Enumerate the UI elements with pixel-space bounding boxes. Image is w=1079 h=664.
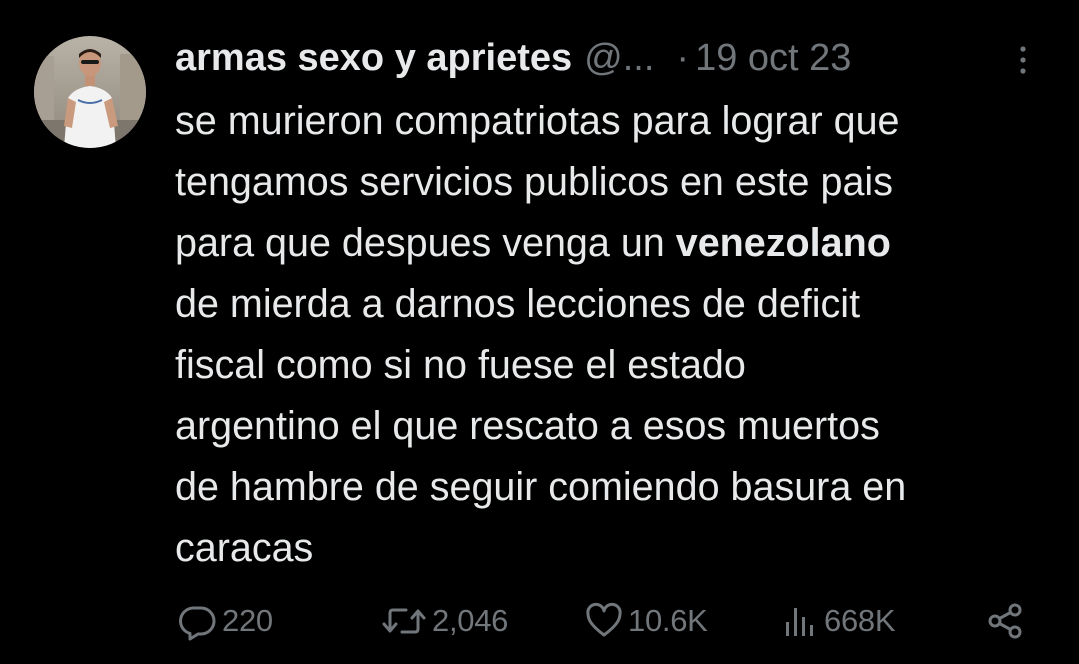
reply-count: 220 — [222, 603, 273, 638]
retweet-icon — [382, 608, 426, 634]
user-avatar-photo-icon — [34, 36, 146, 148]
tweet-body-line: caracas — [175, 526, 314, 570]
tweet-actions-bar: 220 2,046 10.6K 668K — [0, 598, 1079, 644]
tweet-body-line: de mierda a darnos lecciones de deficit — [175, 282, 861, 326]
tweet-header: armas sexo y aprietes @... · 19 oct 23 — [175, 36, 851, 80]
tweet-body-line: se murieron compatriotas para lograr que — [175, 99, 900, 143]
tweet-body-text: para que despues venga un — [175, 221, 676, 265]
separator-dot: · — [676, 37, 690, 79]
tweet: armas sexo y aprietes @... · 19 oct 23 s… — [0, 0, 1079, 664]
tweet-date[interactable]: 19 oct 23 — [695, 36, 851, 80]
tweet-body-line: argentino el que rescato a esos muertos — [175, 404, 880, 448]
like-button[interactable]: 10.6K — [584, 598, 708, 644]
tweet-body-line: para que despues venga un venezolano — [175, 213, 1055, 274]
share-icon — [988, 603, 1022, 639]
reply-icon — [179, 606, 216, 641]
share-button[interactable] — [984, 598, 1026, 644]
tweet-body-line: de hambre de seguir comiendo basura en — [175, 465, 907, 509]
more-options-button[interactable] — [1010, 42, 1036, 78]
views-count: 668K — [824, 603, 896, 638]
reply-button[interactable]: 220 — [176, 598, 273, 644]
retweet-count: 2,046 — [432, 603, 509, 638]
heart-icon — [586, 602, 622, 637]
author-handle[interactable]: @... — [584, 36, 654, 80]
author-display-name[interactable]: armas sexo y aprietes — [175, 36, 572, 80]
tweet-body-bold-text: venezolano — [675, 221, 891, 265]
more-options-icon — [1020, 46, 1026, 74]
retweet-button[interactable]: 2,046 — [380, 598, 508, 644]
like-count: 10.6K — [628, 603, 708, 638]
views-button[interactable]: 668K — [782, 598, 896, 644]
tweet-body-line: fiscal como si no fuese el estado — [175, 343, 746, 387]
tweet-body: se murieron compatriotas para lograr que… — [175, 91, 1055, 579]
views-icon — [786, 608, 813, 636]
tweet-body-line: tengamos servicios publicos en este pais — [175, 160, 893, 204]
avatar[interactable] — [34, 36, 146, 148]
